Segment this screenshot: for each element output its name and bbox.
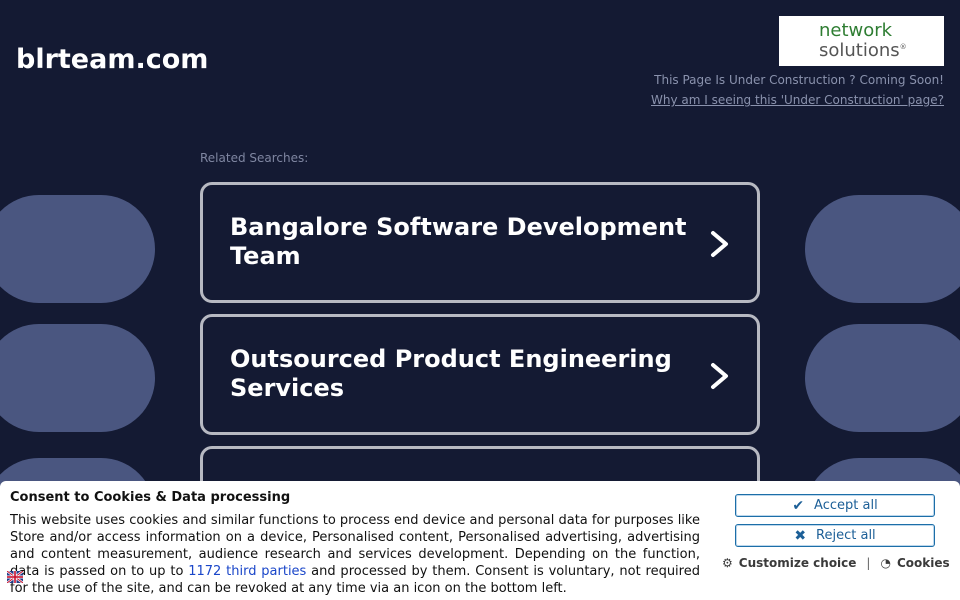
gear-icon: ⚙ <box>722 556 733 570</box>
domain-title: blrteam.com <box>16 44 209 75</box>
chevron-right-icon <box>711 363 728 389</box>
chevron-right-icon <box>711 231 728 257</box>
logo-line1: network <box>819 20 893 41</box>
check-icon: ✔ <box>792 497 805 514</box>
third-parties-link[interactable]: 1172 third parties <box>188 564 306 579</box>
related-search-text: Bangalore Software Development Team <box>230 213 687 270</box>
cookie-icon: ◔ <box>880 556 891 570</box>
decor-pill-right-2 <box>805 324 960 432</box>
reject-all-button[interactable]: ✖ Reject all <box>735 524 935 547</box>
consent-title: Consent to Cookies & Data processing <box>10 490 291 505</box>
related-search-card[interactable]: Bangalore Software Development Team <box>200 182 760 303</box>
links-separator: | <box>866 556 871 570</box>
related-search-card[interactable]: Outsourced Product Engineering Services <box>200 314 760 435</box>
why-link[interactable]: Why am I seeing this 'Under Construction… <box>651 90 944 110</box>
related-search-text: Outsourced Product Engineering Services <box>230 345 672 402</box>
decor-pill-right-1 <box>805 195 960 303</box>
network-solutions-logo[interactable]: network solutions® <box>779 16 944 66</box>
related-searches-label: Related Searches: <box>200 151 309 165</box>
decor-pill-left-2 <box>0 324 155 432</box>
cookies-link[interactable]: Cookies <box>897 556 950 570</box>
decor-pill-left-1 <box>0 195 155 303</box>
uk-flag-icon[interactable] <box>7 571 23 583</box>
construction-notice: This Page Is Under Construction ? Coming… <box>651 70 944 110</box>
customize-choice-link[interactable]: Customize choice <box>739 556 857 570</box>
under-construction-text: This Page Is Under Construction ? Coming… <box>654 73 944 87</box>
consent-text: This website uses cookies and similar fu… <box>10 513 700 596</box>
consent-links: ⚙ Customize choice | ◔ Cookies <box>722 556 950 570</box>
accept-all-button[interactable]: ✔ Accept all <box>735 494 935 517</box>
logo-line2: solutions® <box>819 40 907 61</box>
close-icon: ✖ <box>794 527 807 544</box>
